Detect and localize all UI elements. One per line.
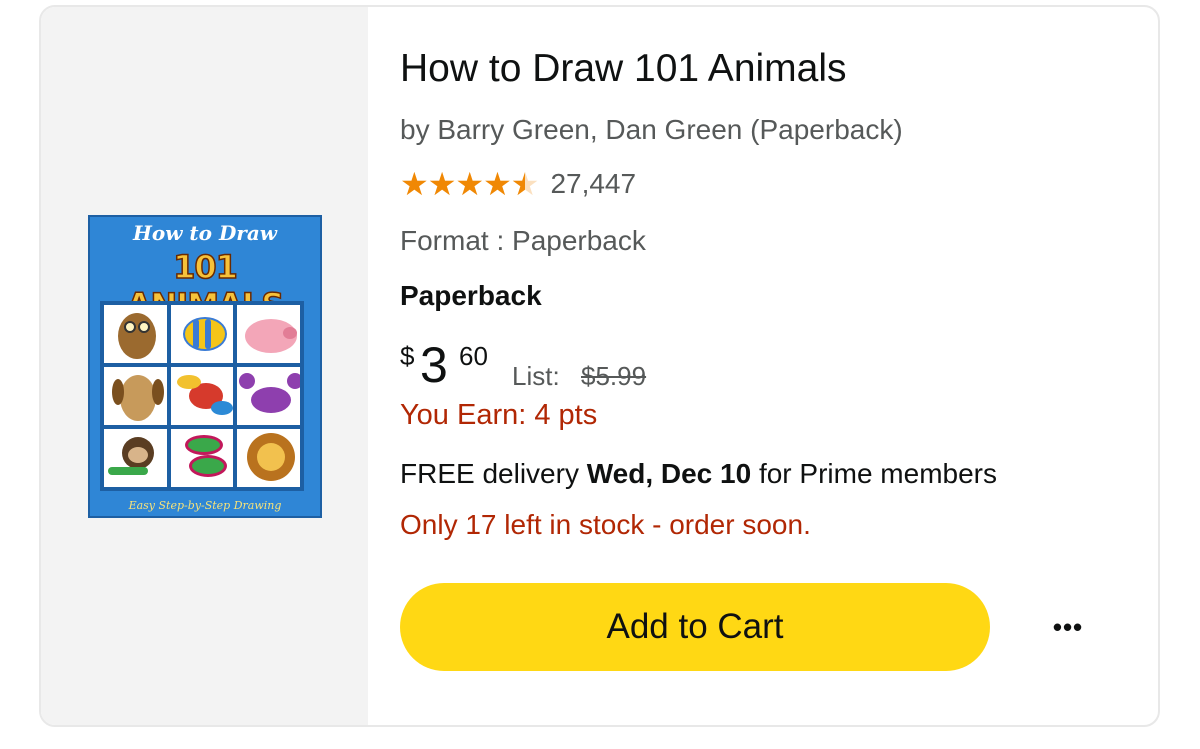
- delivery-info: FREE delivery Wed, Dec 10 for Prime memb…: [400, 458, 997, 490]
- delivery-date: Wed, Dec 10: [586, 458, 752, 489]
- crab-illustration: [237, 367, 300, 425]
- star-icon: ★★★★★ ★★★★★: [400, 168, 539, 200]
- rating-row[interactable]: ★★★★★ ★★★★★ 27,447: [400, 166, 636, 202]
- star-rating-fill: ★★★★★: [400, 168, 525, 200]
- price-whole: 3: [420, 337, 448, 393]
- format-label: Format : Paperback: [400, 225, 646, 256]
- rating-count[interactable]: 27,447: [550, 168, 636, 200]
- cover-animal-grid: [100, 301, 304, 491]
- list-price-value: $5.99: [581, 361, 647, 391]
- snake-illustration: [170, 429, 234, 487]
- lion-illustration: [237, 429, 300, 487]
- pig-illustration: [237, 305, 300, 363]
- binding-label: Paperback: [400, 280, 542, 311]
- cover-footer: Easy Step-by-Step Drawing: [128, 499, 282, 512]
- product-image-panel: How to Draw 101 ANIMALS: [41, 7, 368, 725]
- fish-illustration: [170, 305, 234, 363]
- price-fraction: 60: [459, 341, 488, 371]
- dog-illustration: [104, 367, 167, 425]
- owl-illustration: [104, 305, 167, 363]
- product-byline: by Barry Green, Dan Green (Paperback): [400, 114, 903, 145]
- list-price-label: List:: [512, 361, 560, 391]
- monkey-illustration: [104, 429, 167, 487]
- book-cover-image[interactable]: How to Draw 101 ANIMALS: [88, 215, 322, 518]
- delivery-prefix: FREE delivery: [400, 458, 579, 489]
- delivery-suffix: for Prime members: [758, 458, 997, 489]
- add-to-cart-button[interactable]: Add to Cart: [400, 583, 990, 671]
- cover-title-small: How to Draw: [132, 221, 277, 245]
- product-card[interactable]: How to Draw 101 ANIMALS: [39, 5, 1160, 727]
- product-title[interactable]: How to Draw 101 Animals: [400, 47, 847, 91]
- earn-points: You Earn: 4 pts: [400, 399, 598, 431]
- parrot-illustration: [170, 367, 234, 425]
- price-symbol: $: [400, 341, 415, 371]
- stock-warning: Only 17 left in stock - order soon.: [400, 509, 811, 540]
- more-options-icon[interactable]: •••: [1043, 605, 1093, 649]
- product-info: How to Draw 101 Animals by Barry Green, …: [400, 7, 1158, 725]
